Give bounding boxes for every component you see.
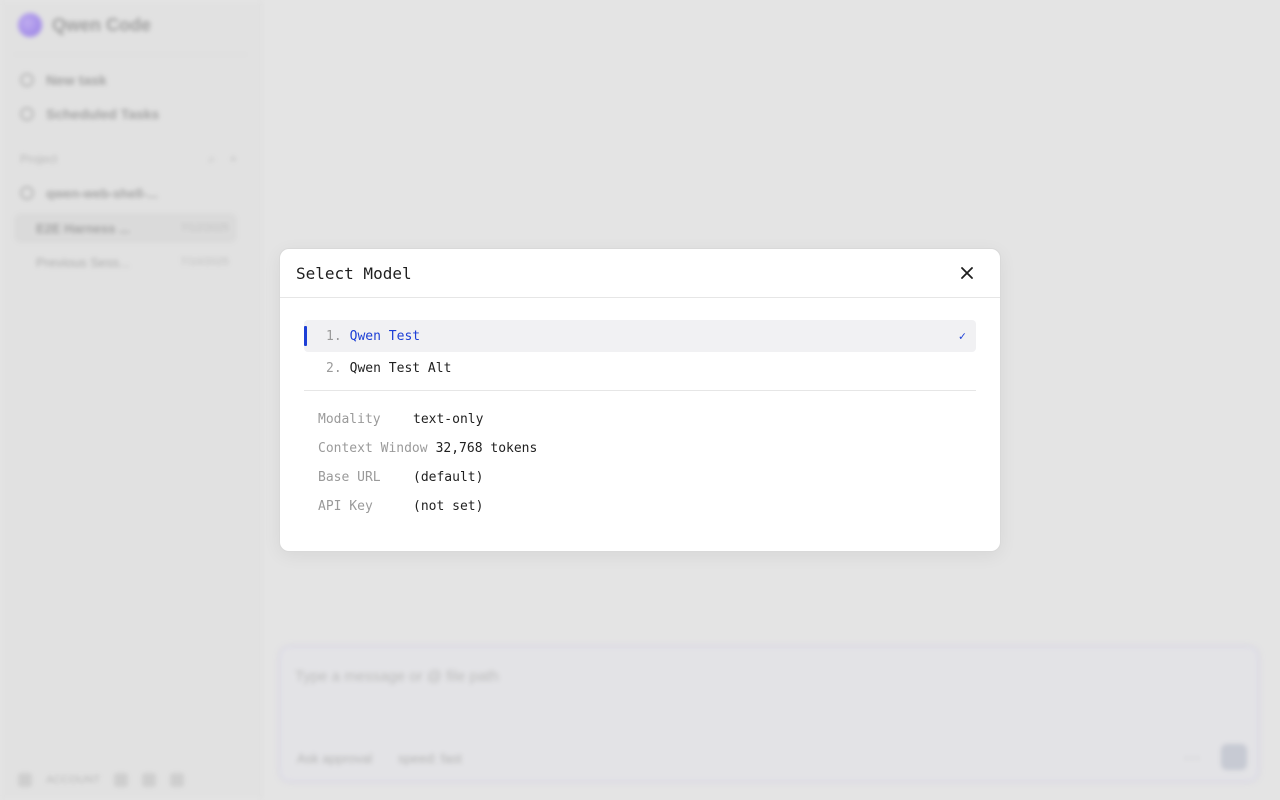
- detail-label: Base URL: [318, 470, 381, 485]
- detail-value: (not set): [413, 499, 484, 514]
- model-details: Modality text-only Context Window 32,768…: [304, 405, 976, 521]
- dialog-body: 1. Qwen Test ✓ 2. Qwen Test Alt Modality…: [280, 298, 1000, 521]
- detail-modality: Modality text-only: [318, 405, 976, 434]
- detail-value: 32,768 tokens: [435, 441, 538, 456]
- model-number: 1.: [326, 328, 342, 344]
- detail-value: text-only: [413, 412, 484, 427]
- detail-api-key: API Key (not set): [318, 492, 976, 521]
- detail-base-url: Base URL (default): [318, 463, 976, 492]
- detail-label: Context Window: [318, 441, 428, 456]
- model-option-qwen-test-alt[interactable]: 2. Qwen Test Alt: [304, 352, 976, 384]
- select-model-dialog: Select Model 1. Qwen Test ✓ 2. Qwen Test…: [279, 248, 1001, 552]
- detail-label: API Key: [318, 499, 373, 514]
- detail-label: Modality: [318, 412, 381, 427]
- dialog-header: Select Model: [280, 249, 1000, 298]
- check-icon: ✓: [958, 329, 966, 343]
- model-list: 1. Qwen Test ✓ 2. Qwen Test Alt: [304, 320, 976, 384]
- model-name: Qwen Test: [349, 328, 421, 344]
- details-divider: [304, 390, 976, 391]
- dialog-title: Select Model: [296, 263, 412, 283]
- close-button[interactable]: [956, 262, 978, 284]
- detail-context-window: Context Window 32,768 tokens: [318, 434, 976, 463]
- close-icon: [961, 267, 973, 279]
- detail-value: (default): [413, 470, 484, 485]
- model-name: Qwen Test Alt: [349, 360, 452, 376]
- model-option-qwen-test[interactable]: 1. Qwen Test ✓: [304, 320, 976, 352]
- model-number: 2.: [326, 360, 342, 376]
